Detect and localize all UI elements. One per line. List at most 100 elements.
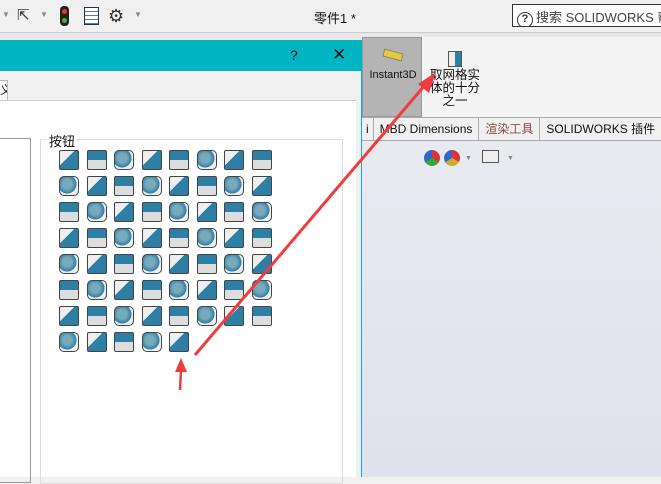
tab-mbd-dimensions[interactable]: MBD Dimensions bbox=[374, 118, 480, 140]
toolbar-button-icon[interactable] bbox=[114, 332, 134, 352]
chevron-down-icon[interactable]: ▼ bbox=[40, 10, 48, 19]
tab-partial[interactable]: i bbox=[362, 118, 374, 140]
graphics-area[interactable]: ▼ ▼ bbox=[362, 141, 661, 477]
toolbar-button-icon[interactable] bbox=[196, 306, 217, 326]
toolbar-button-icon[interactable] bbox=[59, 202, 79, 222]
ruler-icon bbox=[382, 48, 404, 62]
toolbar-button-icon[interactable] bbox=[114, 150, 134, 170]
buttons-group: 按钮 bbox=[40, 131, 343, 484]
toolbar-button-icon[interactable] bbox=[59, 332, 79, 352]
toolbar-button-icon[interactable] bbox=[141, 150, 162, 170]
dialog-content: 按钮 bbox=[0, 100, 356, 484]
scene-icon[interactable] bbox=[444, 150, 460, 166]
toolbar-button-icon[interactable] bbox=[196, 228, 217, 248]
toolbar-button-icon[interactable] bbox=[86, 280, 107, 300]
traffic-light-icon[interactable] bbox=[60, 6, 69, 26]
toolbar-button-icon[interactable] bbox=[114, 280, 134, 300]
close-button[interactable]: ✕ bbox=[332, 45, 346, 65]
help-icon: ? bbox=[517, 12, 533, 26]
toolbar-button-icon[interactable] bbox=[196, 150, 217, 170]
toolbar-button-icon[interactable] bbox=[114, 176, 134, 196]
toolbar-button-icon[interactable] bbox=[59, 150, 79, 170]
toolbar-button-icon[interactable] bbox=[196, 202, 217, 222]
toolbar-button-icon[interactable] bbox=[114, 228, 134, 248]
toolbar-button-icon[interactable] bbox=[86, 306, 107, 326]
document-title: 零件1 * bbox=[314, 11, 356, 26]
toolbar-button-icon[interactable] bbox=[169, 150, 189, 170]
tab-solidworks-addins[interactable]: SOLIDWORKS 插件 bbox=[540, 118, 661, 140]
toolbar-button-icon[interactable] bbox=[86, 150, 107, 170]
toolbar-button-icon[interactable] bbox=[169, 176, 189, 196]
toolbar-button-icon[interactable] bbox=[86, 202, 107, 222]
toolbar-button-icon[interactable] bbox=[86, 176, 107, 196]
toolbar-button-icon[interactable] bbox=[224, 254, 244, 274]
gear-icon[interactable]: ⚙ bbox=[108, 6, 124, 26]
toolbar-button-icon[interactable] bbox=[141, 228, 162, 248]
toolbar-button-icon[interactable] bbox=[169, 202, 189, 222]
mesh-decimate-label: 取网格实体的十分之一 bbox=[429, 68, 480, 108]
category-list[interactable] bbox=[0, 138, 31, 483]
appearance-edit-icon[interactable] bbox=[424, 150, 440, 166]
dialog-tab[interactable]: 义 bbox=[0, 80, 8, 102]
toolbar-button-icon[interactable] bbox=[86, 254, 107, 274]
customize-dialog: ? ✕ 义 按钮 bbox=[0, 40, 362, 484]
toolbar-button-icon[interactable] bbox=[224, 280, 244, 300]
toolbar-button-icon[interactable] bbox=[251, 254, 272, 274]
toolbar-button-icon[interactable] bbox=[59, 306, 79, 326]
toolbar-button-icon[interactable] bbox=[114, 202, 134, 222]
toolbar-button-icon[interactable] bbox=[251, 306, 272, 326]
toolbar-button-icon[interactable] bbox=[169, 280, 189, 300]
toolbar-button-icon[interactable] bbox=[251, 228, 272, 248]
chevron-down-icon[interactable]: ▼ bbox=[465, 155, 472, 162]
toolbar-button-icon[interactable] bbox=[114, 306, 134, 326]
toolbar-button-icon[interactable] bbox=[59, 280, 79, 300]
toolbar-button-icon[interactable] bbox=[59, 254, 79, 274]
tab-render-tools[interactable]: 渲染工具 bbox=[479, 118, 541, 140]
dialog-titlebar: ? ✕ bbox=[0, 40, 362, 71]
toolbar-button-icon[interactable] bbox=[141, 202, 162, 222]
toolbar-button-icon[interactable] bbox=[169, 332, 189, 352]
top-toolbar: ▼ ⇱ ▼ ⚙ ▼ 零件1 * ?搜索 SOLIDWORKS 帮助 bbox=[0, 0, 661, 32]
properties-list-icon[interactable] bbox=[84, 7, 99, 25]
toolbar-button-icon[interactable] bbox=[86, 228, 107, 248]
toolbar-button-icon[interactable] bbox=[59, 228, 79, 248]
chevron-down-icon[interactable]: ▼ bbox=[134, 10, 142, 19]
toolbar-button-icon[interactable] bbox=[196, 176, 217, 196]
chevron-down-icon[interactable]: ▼ bbox=[507, 155, 514, 162]
instant3d-label: Instant3D bbox=[369, 69, 417, 81]
toolbar-button-icon[interactable] bbox=[251, 280, 272, 300]
toolbar-button-icon[interactable] bbox=[59, 176, 79, 196]
mesh-decimate-button[interactable]: 取网格实体的十分之一 bbox=[425, 47, 485, 108]
toolbar-button-icon[interactable] bbox=[86, 332, 107, 352]
chevron-down-icon[interactable]: ▼ bbox=[2, 10, 10, 19]
toolbar-button-icon[interactable] bbox=[224, 228, 244, 248]
toolbar-button-icon[interactable] bbox=[141, 280, 162, 300]
command-tabs: i MBD Dimensions 渲染工具 SOLIDWORKS 插件 bbox=[362, 117, 661, 141]
toolbar-button-icon[interactable] bbox=[224, 176, 244, 196]
toolbar-button-icon[interactable] bbox=[251, 202, 272, 222]
toolbar-button-icon[interactable] bbox=[224, 306, 244, 326]
toolbar-button-icon[interactable] bbox=[196, 254, 217, 274]
search-placeholder: 搜索 SOLIDWORKS 帮助 bbox=[536, 10, 661, 25]
toolbar-button-icon[interactable] bbox=[224, 202, 244, 222]
toolbar-button-icon[interactable] bbox=[169, 306, 189, 326]
toolbar-button-icon[interactable] bbox=[141, 254, 162, 274]
command-manager: Instant3D 取网格实体的十分之一 bbox=[362, 37, 661, 117]
display-icon[interactable] bbox=[482, 150, 499, 163]
group-label: 按钮 bbox=[47, 131, 78, 150]
toolbar-button-icon[interactable] bbox=[114, 254, 134, 274]
toolbar-button-icon[interactable] bbox=[196, 280, 217, 300]
cursor-icon[interactable]: ⇱ bbox=[17, 6, 30, 26]
help-search-input[interactable]: ?搜索 SOLIDWORKS 帮助 bbox=[512, 4, 661, 27]
toolbar-button-icon[interactable] bbox=[141, 332, 162, 352]
toolbar-button-icon[interactable] bbox=[224, 150, 244, 170]
mesh-body-icon bbox=[448, 51, 462, 67]
instant3d-button[interactable]: Instant3D bbox=[362, 37, 422, 117]
toolbar-button-icon[interactable] bbox=[251, 150, 272, 170]
toolbar-button-icon[interactable] bbox=[169, 254, 189, 274]
toolbar-button-icon[interactable] bbox=[251, 176, 272, 196]
help-button[interactable]: ? bbox=[290, 47, 298, 63]
toolbar-button-icon[interactable] bbox=[169, 228, 189, 248]
toolbar-button-icon[interactable] bbox=[141, 176, 162, 196]
toolbar-button-icon[interactable] bbox=[141, 306, 162, 326]
